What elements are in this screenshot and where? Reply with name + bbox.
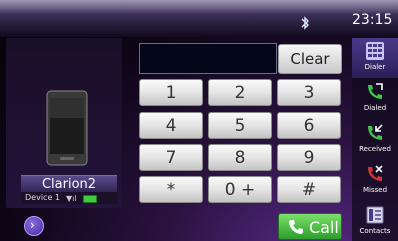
key-4[interactable]: 4 xyxy=(139,112,203,139)
nav-dialed[interactable]: Dialed xyxy=(352,79,398,119)
contacts-book-icon xyxy=(366,206,384,224)
key-star[interactable]: * xyxy=(139,176,203,203)
device-slot: Device 1 xyxy=(25,193,60,202)
number-entry-field[interactable] xyxy=(139,43,277,74)
key-7[interactable]: 7 xyxy=(139,144,203,171)
key-0-plus[interactable]: 0 + xyxy=(208,176,272,203)
smartphone-icon xyxy=(46,90,88,166)
nav-dialer[interactable]: Dialer xyxy=(352,38,398,78)
nav-contacts-label: Contacts xyxy=(359,227,391,235)
clock: 23:15 xyxy=(352,12,393,28)
keypad-icon xyxy=(366,42,384,60)
nav-missed-label: Missed xyxy=(362,186,388,194)
nav-dialer-label: Dialer xyxy=(364,63,386,71)
bluetooth-icon xyxy=(301,16,309,30)
key-9[interactable]: 9 xyxy=(277,144,341,171)
chevron-right-icon: › xyxy=(30,218,35,232)
clear-button[interactable]: Clear xyxy=(278,44,342,74)
phone-handset-icon xyxy=(289,220,303,234)
key-3[interactable]: 3 xyxy=(277,79,341,106)
status-bar: 23:15 xyxy=(0,0,398,37)
nav-received-label: Received xyxy=(359,145,391,153)
next-page-button[interactable]: › xyxy=(24,216,44,236)
call-label: Call xyxy=(309,218,339,237)
call-button[interactable]: Call xyxy=(278,213,342,240)
key-6[interactable]: 6 xyxy=(277,112,341,139)
key-hash[interactable]: # xyxy=(277,176,341,203)
status-bar-gloss xyxy=(0,0,398,14)
key-1[interactable]: 1 xyxy=(139,79,203,106)
nav-missed[interactable]: Missed xyxy=(352,161,398,201)
key-8[interactable]: 8 xyxy=(208,144,272,171)
device-name[interactable]: Clarion2 xyxy=(21,175,117,193)
dialed-call-icon xyxy=(368,83,383,99)
device-panel: Clarion2 Device 1 ▼ıl xyxy=(6,38,122,208)
key-2[interactable]: 2 xyxy=(208,79,272,106)
battery-icon xyxy=(83,195,97,203)
key-5[interactable]: 5 xyxy=(208,112,272,139)
phone-nav: Dialer Dialed Received Missed Contacts xyxy=(352,38,398,241)
nav-contacts[interactable]: Contacts xyxy=(352,202,398,241)
signal-icon: ▼ıl xyxy=(66,194,77,203)
nav-dialed-label: Dialed xyxy=(363,104,387,112)
phone-screen: 23:15 Clarion2 Device 1 ▼ıl › Clear 1 2 … xyxy=(0,0,398,241)
device-status: Device 1 ▼ıl xyxy=(21,192,117,204)
nav-received[interactable]: Received xyxy=(352,120,398,160)
received-call-icon xyxy=(368,124,383,140)
missed-call-icon xyxy=(368,165,383,181)
